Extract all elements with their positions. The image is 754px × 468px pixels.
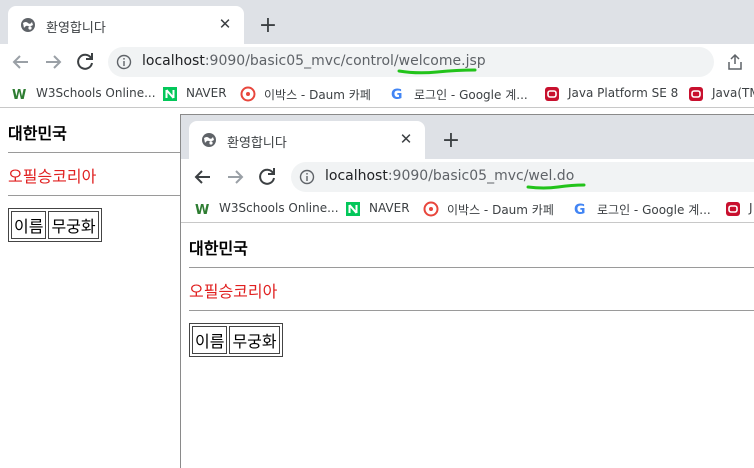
daum-icon: [423, 201, 439, 217]
forward-arrow-icon[interactable]: [223, 165, 247, 189]
tab-strip: 환영합니다 ✕ +: [0, 0, 754, 44]
bookmarks-bar: W W3Schools Online... NAVER 이박스 - Daum 카…: [181, 195, 754, 223]
forward-arrow-icon[interactable]: [41, 50, 65, 74]
back-arrow-icon[interactable]: [191, 165, 215, 189]
tab-title: 환영합니다: [46, 21, 106, 36]
info-icon[interactable]: [299, 169, 315, 185]
naver-icon: [346, 202, 360, 216]
info-icon[interactable]: [116, 54, 132, 70]
red-text: 오필승코리아: [189, 282, 278, 301]
java-icon: [689, 87, 703, 101]
address-bar[interactable]: localhost:9090/basic05_mvc/wel.do: [291, 162, 754, 192]
browser-window-front: 환영합니다 ✕ + localhost:9090/basic05_mvc/wel…: [180, 114, 754, 468]
url-text[interactable]: localhost:9090/basic05_mvc/control/welco…: [142, 53, 486, 75]
table-row: 이름 무궁화: [192, 326, 280, 354]
reload-icon[interactable]: [73, 50, 97, 74]
svg-text:W: W: [12, 88, 26, 102]
table-cell-name: 이름: [11, 211, 47, 239]
url-highlight: wel.do: [526, 168, 586, 190]
plus-icon[interactable]: +: [439, 129, 463, 153]
daum-icon: [240, 86, 256, 102]
tab-strip: 환영합니다 ✕ +: [181, 115, 754, 159]
svg-text:G: G: [574, 202, 586, 217]
divider: [189, 267, 754, 268]
table-cell-value: 무궁화: [229, 326, 280, 354]
globe-icon: [21, 18, 35, 32]
page-content: 대한민국 오필승코리아 이름 무궁화: [189, 235, 754, 357]
close-icon[interactable]: ✕: [216, 15, 234, 33]
w3schools-icon: W: [195, 203, 209, 217]
w3schools-icon: W: [12, 88, 26, 102]
google-icon: G: [391, 87, 403, 102]
bookmarks-bar: W W3Schools Online... NAVER 이박스 - Daum 카…: [0, 80, 754, 108]
java-icon: [726, 202, 740, 216]
tab-welcome[interactable]: 환영합니다 ✕: [189, 121, 425, 159]
naver-icon: [163, 87, 177, 101]
close-icon[interactable]: ✕: [397, 130, 415, 148]
table-cell-value: 무궁화: [48, 211, 99, 239]
globe-icon: [202, 133, 216, 147]
divider: [189, 310, 754, 311]
info-table: 이름 무궁화: [8, 208, 102, 242]
toolbar: localhost:9090/basic05_mvc/control/welco…: [0, 44, 754, 80]
share-icon[interactable]: [726, 53, 744, 71]
table-row: 이름 무궁화: [11, 211, 99, 239]
table-cell-name: 이름: [192, 326, 228, 354]
svg-text:G: G: [391, 87, 403, 102]
reload-icon[interactable]: [255, 165, 279, 189]
url-highlight: welcome.jsp: [397, 53, 486, 75]
tab-welcome[interactable]: 환영합니다 ✕: [8, 6, 244, 44]
tab-title: 환영합니다: [227, 136, 287, 151]
page-heading: 대한민국: [189, 239, 248, 258]
google-icon: G: [574, 202, 586, 217]
url-text[interactable]: localhost:9090/basic05_mvc/wel.do: [325, 168, 586, 190]
back-arrow-icon[interactable]: [9, 50, 33, 74]
plus-icon[interactable]: +: [256, 14, 280, 38]
address-bar[interactable]: localhost:9090/basic05_mvc/control/welco…: [108, 47, 714, 77]
green-underline-annotation: [526, 183, 586, 190]
toolbar: localhost:9090/basic05_mvc/wel.do: [181, 159, 754, 195]
info-table: 이름 무궁화: [189, 323, 283, 357]
java-icon: [545, 87, 559, 101]
green-underline-annotation: [397, 68, 477, 75]
svg-text:W: W: [195, 203, 209, 217]
